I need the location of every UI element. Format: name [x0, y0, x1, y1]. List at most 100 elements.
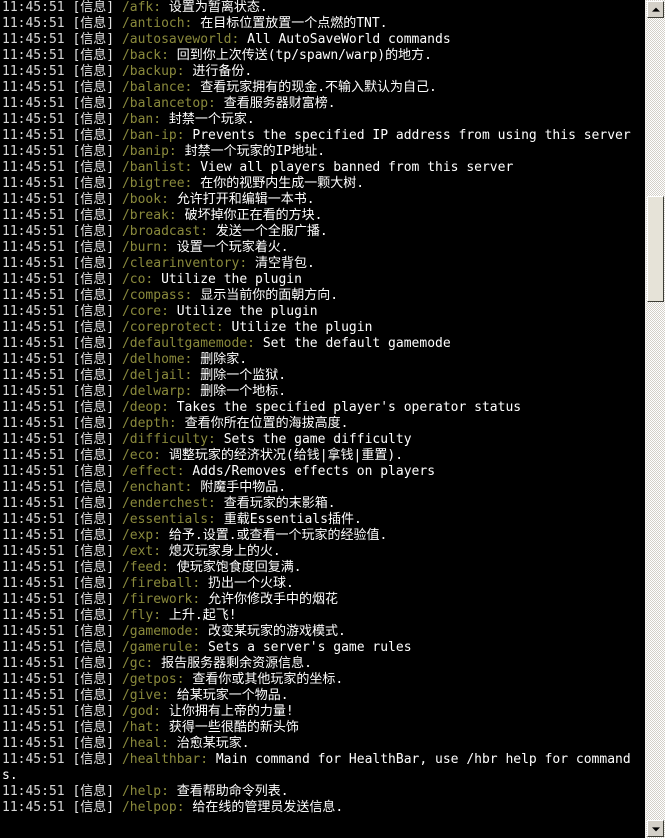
- log-timestamp: 11:45:51: [2, 592, 65, 607]
- log-command-description: 扔出一个火球.: [208, 576, 294, 591]
- log-command-name: /fly:: [121, 608, 162, 623]
- log-command-description: 熄灭玩家身上的火.: [168, 544, 281, 559]
- log-line: 11:45:51 [信息] /burn: 设置一个玩家着火.: [0, 240, 645, 256]
- log-timestamp: 11:45:51: [2, 240, 65, 255]
- log-timestamp: 11:45:51: [2, 752, 65, 767]
- log-command-description: 在你的视野内生成一颗大树.: [200, 176, 365, 191]
- log-level: [信息]: [72, 80, 115, 95]
- log-command-name: /hat:: [121, 720, 162, 735]
- log-command-description: 获得一些很酷的新头饰: [168, 720, 299, 735]
- log-level: [信息]: [72, 192, 115, 207]
- log-level: [信息]: [72, 128, 115, 143]
- log-line: 11:45:51 [信息] /hat: 获得一些很酷的新头饰: [0, 720, 645, 736]
- log-line: 11:45:51 [信息] /defaultgamemode: Set the …: [0, 336, 645, 352]
- log-timestamp: 11:45:51: [2, 224, 65, 239]
- log-line: 11:45:51 [信息] /ban: 封禁一个玩家.: [0, 112, 645, 128]
- vertical-scrollbar[interactable]: [645, 0, 665, 838]
- log-command-description: 给在线的管理员发送信息.: [192, 800, 344, 815]
- log-level: [信息]: [72, 384, 115, 399]
- log-line: 11:45:51 [信息] /gamerule: Sets a server's…: [0, 640, 645, 656]
- log-level: [信息]: [72, 144, 115, 159]
- log-timestamp: 11:45:51: [2, 576, 65, 591]
- log-timestamp: 11:45:51: [2, 656, 65, 671]
- scrollbar-track-above[interactable]: [647, 18, 664, 196]
- log-timestamp: 11:45:51: [2, 800, 65, 815]
- scroll-down-button[interactable]: [647, 820, 664, 837]
- log-timestamp: 11:45:51: [2, 384, 65, 399]
- log-level: [信息]: [72, 672, 115, 687]
- log-timestamp: 11:45:51: [2, 208, 65, 223]
- log-level: [信息]: [72, 352, 115, 367]
- log-line: 11:45:51 [信息] /help: 查看帮助命令列表.: [0, 784, 645, 800]
- log-command-name: /effect:: [121, 464, 185, 479]
- log-command-description: Set the default gamemode: [262, 336, 451, 351]
- log-timestamp: 11:45:51: [2, 352, 65, 367]
- log-level: [信息]: [72, 304, 115, 319]
- log-command-name: /gc:: [121, 656, 154, 671]
- log-command-name: /help:: [121, 784, 169, 799]
- log-timestamp: 11:45:51: [2, 272, 65, 287]
- log-command-description: Takes the specified player's operator st…: [176, 400, 522, 415]
- scrollbar-track-below[interactable]: [647, 302, 664, 820]
- log-command-name: /gamemode:: [121, 624, 201, 639]
- log-level: [信息]: [72, 16, 115, 31]
- log-command-name: /balance:: [121, 80, 193, 95]
- log-command-name: /getpos:: [121, 672, 185, 687]
- log-level: [信息]: [72, 208, 115, 223]
- log-command-name: /healthbar:: [121, 752, 209, 767]
- log-command-name: /broadcast:: [121, 224, 209, 239]
- log-command-name: /autosaveworld:: [121, 32, 240, 47]
- log-timestamp: 11:45:51: [2, 624, 65, 639]
- log-command-name: /co:: [121, 272, 154, 287]
- log-line: 11:45:51 [信息] /deljail: 删除一个监狱.: [0, 368, 645, 384]
- log-line: 11:45:51 [信息] /firework: 允许你修改手中的烟花: [0, 592, 645, 608]
- log-line: 11:45:51 [信息] /enderchest: 查看玩家的末影箱.: [0, 496, 645, 512]
- log-level: [信息]: [72, 784, 115, 799]
- log-command-description: 显示当前你的面朝方向.: [200, 288, 339, 303]
- log-level: [信息]: [72, 688, 115, 703]
- log-command-description: 上升.起飞!: [168, 608, 237, 623]
- log-command-description: 允许你修改手中的烟花: [208, 592, 339, 607]
- log-line: 11:45:51 [信息] /gc: 报告服务器剩余资源信息.: [0, 656, 645, 672]
- log-timestamp: 11:45:51: [2, 448, 65, 463]
- log-line: 11:45:51 [信息] /eco: 调整玩家的经济状况(给钱|拿钱|重置).: [0, 448, 645, 464]
- log-line: 11:45:51 [信息] /getpos: 查看你或其他玩家的坐标.: [0, 672, 645, 688]
- log-command-description: Adds/Removes effects on players: [192, 464, 436, 479]
- log-command-description: 设置一个玩家着火.: [176, 240, 289, 255]
- log-command-description: 查看玩家拥有的现金.不输入默认为自己.: [200, 80, 437, 95]
- log-command-name: /book:: [121, 192, 169, 207]
- log-timestamp: 11:45:51: [2, 192, 65, 207]
- scrollbar-thumb[interactable]: [647, 196, 664, 302]
- log-command-name: /feed:: [121, 560, 169, 575]
- log-command-name: /depth:: [121, 416, 177, 431]
- log-command-description: 设置为暂离状态.: [168, 0, 268, 15]
- log-command-description: 查看玩家的末影箱.: [223, 496, 336, 511]
- log-command-description: Prevents the specified IP address from u…: [192, 128, 631, 143]
- log-line: 11:45:51 [信息] /banlist: View all players…: [0, 160, 645, 176]
- log-timestamp: 11:45:51: [2, 0, 65, 15]
- log-command-name: /enderchest:: [121, 496, 216, 511]
- scroll-up-button[interactable]: [647, 1, 664, 18]
- log-command-name: /give:: [121, 688, 169, 703]
- log-command-description: 查看帮助命令列表.: [176, 784, 289, 799]
- log-level: [信息]: [72, 432, 115, 447]
- log-command-name: /ext:: [121, 544, 162, 559]
- log-line: 11:45:51 [信息] /co: Utilize the plugin: [0, 272, 645, 288]
- log-output-area[interactable]: 11:45:51 [信息] /afk: 设置为暂离状态. 11:45:51 [信息…: [0, 0, 645, 838]
- log-timestamp: 11:45:51: [2, 416, 65, 431]
- log-command-description: 重载Essentials插件.: [223, 512, 362, 527]
- log-line: 11:45:51 [信息] /fireball: 扔出一个火球.: [0, 576, 645, 592]
- log-command-description: 允许打开和编辑一本书.: [176, 192, 315, 207]
- log-timestamp: 11:45:51: [2, 368, 65, 383]
- log-command-description: 治愈某玩家.: [176, 736, 250, 751]
- log-level: [信息]: [72, 656, 115, 671]
- log-command-name: /bigtree:: [121, 176, 193, 191]
- log-command-name: /compass:: [121, 288, 193, 303]
- log-command-description: Utilize the plugin: [161, 272, 302, 287]
- log-timestamp: 11:45:51: [2, 304, 65, 319]
- log-command-name: /antioch:: [121, 16, 193, 31]
- log-timestamp: 11:45:51: [2, 64, 65, 79]
- log-level: [信息]: [72, 336, 115, 351]
- log-line: 11:45:51 [信息] /core: Utilize the plugin: [0, 304, 645, 320]
- log-timestamp: 11:45:51: [2, 288, 65, 303]
